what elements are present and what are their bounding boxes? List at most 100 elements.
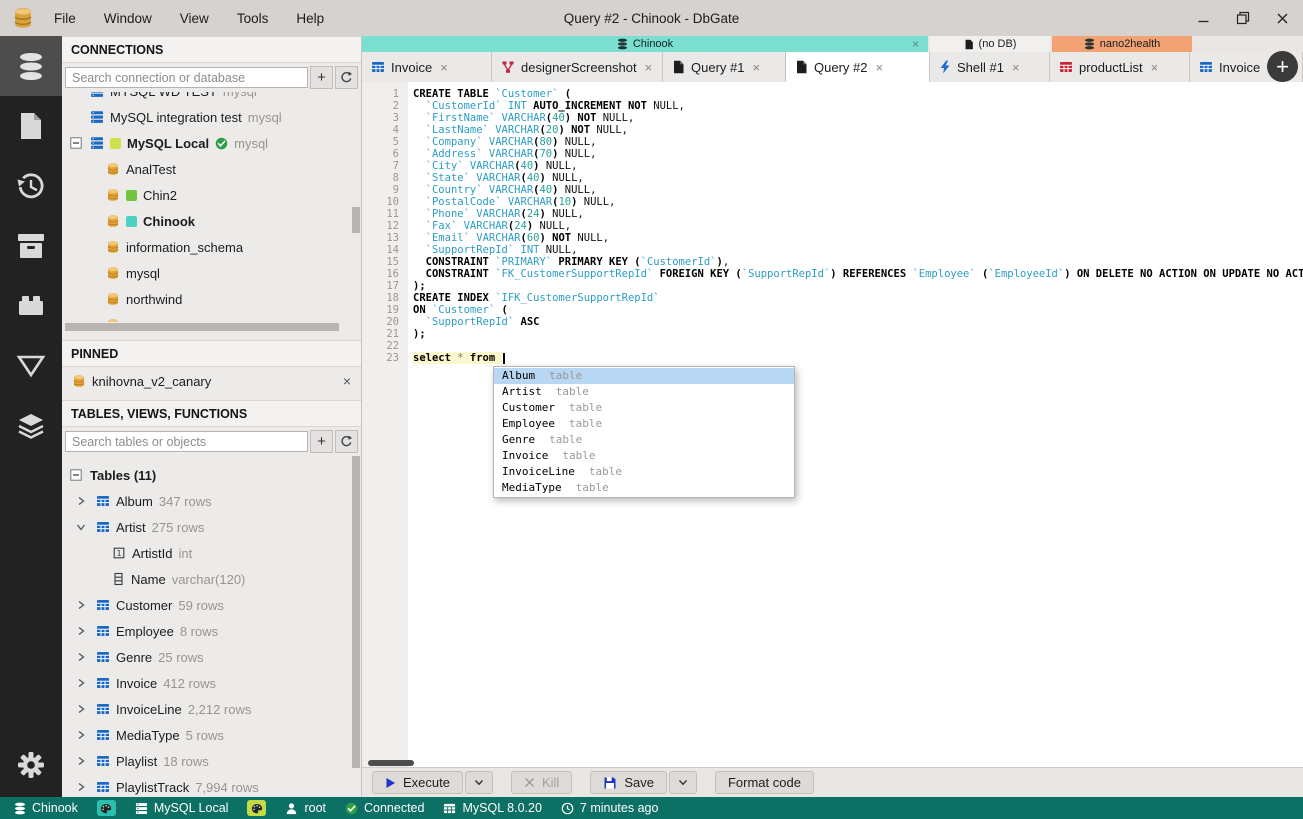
close-group-icon[interactable]: ×: [912, 37, 919, 51]
chevron-right-icon[interactable]: [76, 496, 90, 506]
tab-query-2[interactable]: Query #2 ×: [786, 52, 930, 82]
new-tab-button[interactable]: +: [1267, 51, 1298, 82]
autocomplete-item[interactable]: Album table: [494, 368, 794, 384]
server-color-chip[interactable]: [247, 800, 267, 816]
connection-item[interactable]: Chin2: [62, 182, 361, 208]
execute-menu-button[interactable]: [464, 771, 493, 794]
nav-settings-gear-icon[interactable]: [0, 733, 62, 797]
refresh-tables-icon[interactable]: [335, 430, 358, 453]
add-connection-button[interactable]: +: [310, 66, 333, 89]
table-item[interactable]: InvoiceLine 2,212 rows: [62, 696, 361, 722]
connections-search-input[interactable]: [65, 67, 308, 88]
menu-help[interactable]: Help: [296, 11, 324, 26]
column-item[interactable]: Name varchar(120): [62, 566, 361, 592]
tables-root-item[interactable]: Tables (11): [62, 462, 361, 488]
table-item[interactable]: Customer 59 rows: [62, 592, 361, 618]
scrollbar-thumb[interactable]: [352, 456, 360, 768]
connection-item[interactable]: MYSQL WD TEST mysql: [62, 92, 361, 104]
save-button[interactable]: Save: [590, 771, 667, 794]
connection-item[interactable]: MySQL Local mysql: [62, 130, 361, 156]
close-tab-icon[interactable]: ×: [1151, 60, 1159, 75]
refresh-connections-icon[interactable]: [335, 66, 358, 89]
table-item[interactable]: Employee 8 rows: [62, 618, 361, 644]
connection-item[interactable]: AnalTest: [62, 156, 361, 182]
execute-button[interactable]: Execute: [372, 771, 463, 794]
autocomplete-item[interactable]: Customer table: [494, 400, 794, 416]
add-object-button[interactable]: +: [310, 430, 333, 453]
scrollbar-thumb[interactable]: [368, 760, 414, 766]
chevron-right-icon[interactable]: [76, 704, 90, 714]
nav-layers-icon[interactable]: [0, 396, 62, 456]
pinned-item[interactable]: knihovna_v2_canary ×: [62, 367, 361, 395]
column-item[interactable]: 1 ArtistId int: [62, 540, 361, 566]
table-item[interactable]: PlaylistTrack 7,994 rows: [62, 774, 361, 797]
autocomplete-item[interactable]: InvoiceLine table: [494, 464, 794, 480]
unpin-icon[interactable]: ×: [343, 373, 351, 389]
chevron-right-icon[interactable]: [76, 730, 90, 740]
chevron-right-icon[interactable]: [76, 782, 90, 792]
nav-brick-icon[interactable]: [0, 276, 62, 336]
chevron-right-icon[interactable]: [76, 626, 90, 636]
collapse-icon[interactable]: [70, 469, 84, 481]
table-item[interactable]: MediaType 5 rows: [62, 722, 361, 748]
connection-item[interactable]: mysql: [62, 260, 361, 286]
tab-invoice[interactable]: Invoice ×: [362, 52, 492, 82]
close-tab-icon[interactable]: ×: [752, 60, 760, 75]
chevron-right-icon[interactable]: [76, 678, 90, 688]
nav-file-icon[interactable]: [0, 96, 62, 156]
autocomplete-item[interactable]: Artist table: [494, 384, 794, 400]
tab-query-1[interactable]: Query #1 ×: [663, 52, 786, 82]
scrollbar-thumb[interactable]: [352, 207, 360, 233]
connection-item[interactable]: northwind: [62, 286, 361, 312]
connection-item[interactable]: information_schema: [62, 234, 361, 260]
autocomplete-item[interactable]: Employee table: [494, 416, 794, 432]
close-tab-icon[interactable]: ×: [875, 60, 883, 75]
autocomplete-item[interactable]: Genre table: [494, 432, 794, 448]
table-item[interactable]: Playlist 18 rows: [62, 748, 361, 774]
format-code-button[interactable]: Format code: [714, 771, 814, 794]
tab-group--no-db-[interactable]: (no DB): [930, 36, 1050, 52]
nav-history-icon[interactable]: [0, 156, 62, 216]
tab-group-nano2health[interactable]: nano2health: [1052, 36, 1192, 52]
nav-triangle-filter-icon[interactable]: [0, 336, 62, 396]
chevron-right-icon[interactable]: [76, 600, 90, 610]
nav-archive-icon[interactable]: [0, 216, 62, 276]
close-tab-icon[interactable]: ×: [645, 60, 653, 75]
kill-button[interactable]: Kill: [510, 771, 573, 794]
table-item[interactable]: Album 347 rows: [62, 488, 361, 514]
autocomplete-item[interactable]: MediaType table: [494, 480, 794, 496]
chevron-right-icon[interactable]: [76, 652, 90, 662]
menu-tools[interactable]: Tools: [237, 11, 269, 26]
collapse-icon[interactable]: [70, 137, 84, 149]
table-item[interactable]: Invoice 412 rows: [62, 670, 361, 696]
connection-item[interactable]: [62, 312, 361, 322]
table-item[interactable]: Artist 275 rows: [62, 514, 361, 540]
close-tab-icon[interactable]: ×: [1012, 60, 1020, 75]
close-icon[interactable]: [1276, 12, 1289, 25]
nav-database-icon[interactable]: [0, 36, 62, 96]
statusbar-server[interactable]: MySQL Local: [135, 801, 228, 815]
scrollbar-thumb[interactable]: [65, 323, 339, 331]
tab-productlist[interactable]: productList ×: [1050, 52, 1190, 82]
minimize-icon[interactable]: [1197, 12, 1210, 25]
chevron-down-icon[interactable]: [76, 522, 90, 532]
save-menu-button[interactable]: [668, 771, 697, 794]
table-item[interactable]: Genre 25 rows: [62, 644, 361, 670]
menu-window[interactable]: Window: [104, 11, 152, 26]
tables-search-input[interactable]: [65, 431, 308, 452]
menu-file[interactable]: File: [54, 11, 76, 26]
restore-icon[interactable]: [1236, 11, 1250, 25]
connection-item[interactable]: Chinook: [62, 208, 361, 234]
menu-view[interactable]: View: [180, 11, 209, 26]
chevron-right-icon[interactable]: [76, 756, 90, 766]
tab-shell-1[interactable]: Shell #1 ×: [930, 52, 1050, 82]
statusbar-user[interactable]: root: [285, 801, 326, 815]
tab-group-chinook[interactable]: Chinook ×: [362, 36, 928, 52]
autocomplete-item[interactable]: Invoice table: [494, 448, 794, 464]
close-tab-icon[interactable]: ×: [440, 60, 448, 75]
connection-item[interactable]: MySQL integration test mysql: [62, 104, 361, 130]
statusbar-database[interactable]: Chinook: [14, 801, 78, 815]
tab-designerscreenshot[interactable]: designerScreenshot ×: [492, 52, 663, 82]
sql-editor[interactable]: 1 2 3 4 5 6 7 8 9 10 11 12 13 14 15 16 17 18 19 20 21 22 23 CR…: [362, 82, 1303, 767]
database-color-chip[interactable]: [96, 800, 116, 816]
